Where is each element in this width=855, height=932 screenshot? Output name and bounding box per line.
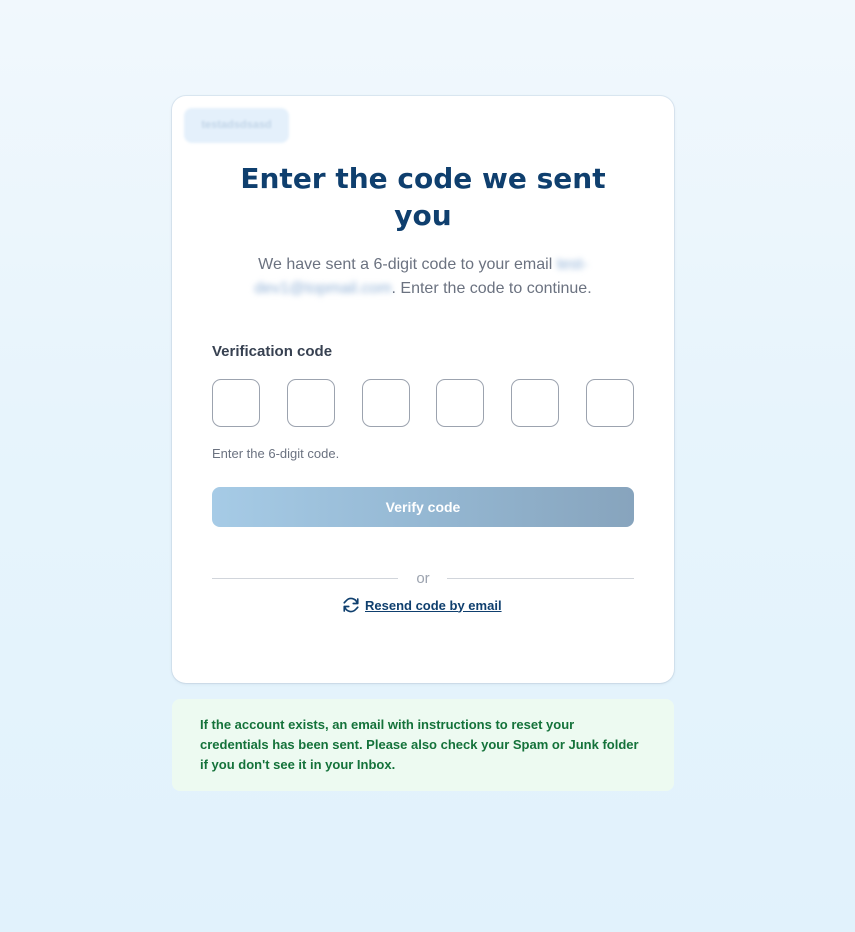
code-digit-1-input[interactable] — [212, 379, 260, 427]
verification-card: testadsdsasd Enter the code we sent you … — [172, 96, 674, 683]
divider-right — [447, 578, 634, 579]
resend-code-link[interactable]: Resend code by email — [342, 595, 502, 615]
verification-code-label: Verification code — [212, 343, 333, 360]
code-digit-2-input[interactable] — [287, 379, 335, 427]
verify-code-button[interactable]: Verify code — [212, 487, 634, 527]
page-title: Enter the code we sent you — [240, 162, 606, 232]
refresh-icon — [342, 596, 360, 614]
code-digit-6-input[interactable] — [586, 379, 634, 427]
or-separator: or — [416, 570, 430, 587]
code-digit-5-input[interactable] — [511, 379, 559, 427]
code-digit-3-input[interactable] — [362, 379, 410, 427]
instructions-suffix: . Enter the code to continue. — [391, 280, 592, 297]
resend-code-label: Resend code by email — [365, 597, 502, 613]
divider-left — [212, 578, 398, 579]
code-digit-4-input[interactable] — [436, 379, 484, 427]
tenant-badge: testadsdsasd — [184, 108, 289, 143]
alert-message: If the account exists, an email with ins… — [200, 717, 639, 772]
code-hint: Enter the 6-digit code. — [212, 446, 340, 461]
reset-sent-alert: If the account exists, an email with ins… — [172, 699, 674, 791]
instructions-text: We have sent a 6-digit code to your emai… — [222, 253, 624, 301]
instructions-prefix: We have sent a 6-digit code to your emai… — [258, 256, 557, 273]
